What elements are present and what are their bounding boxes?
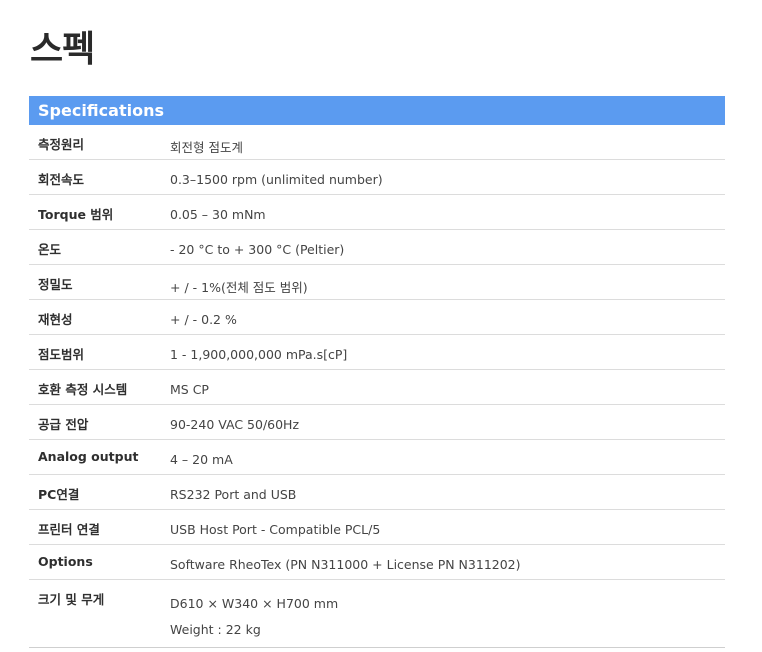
row-label: 정밀도 bbox=[38, 277, 73, 292]
table-row: 프린터 연결 USB Host Port - Compatible PCL/5 bbox=[29, 510, 725, 545]
row-value: + / - 1%(전체 점도 범위) bbox=[170, 280, 308, 295]
dimensions-value: D610 × W340 × H700 mm bbox=[170, 596, 339, 611]
row-value: RS232 Port and USB bbox=[170, 487, 297, 502]
weight-value: Weight : 22 kg bbox=[170, 622, 261, 637]
row-value: MS CP bbox=[170, 382, 209, 397]
row-value: Software RheoTex (PN N311000 + License P… bbox=[170, 557, 521, 572]
row-value: USB Host Port - Compatible PCL/5 bbox=[170, 522, 381, 537]
table-row: 점도범위 1 - 1,900,000,000 mPa.s[cP] bbox=[29, 335, 725, 370]
table-row: 호환 측정 시스템 MS CP bbox=[29, 370, 725, 405]
row-value: 90-240 VAC 50/60Hz bbox=[170, 417, 300, 432]
row-label: 온도 bbox=[38, 242, 62, 257]
row-label: 호환 측정 시스템 bbox=[38, 382, 128, 397]
row-label: 점도범위 bbox=[38, 347, 85, 362]
row-label: 공급 전압 bbox=[38, 417, 89, 432]
table-row: Analog output 4 – 20 mA bbox=[29, 440, 725, 475]
row-label: 크기 및 무게 bbox=[38, 592, 105, 607]
table-row: 재현성 + / - 0.2 % bbox=[29, 300, 725, 335]
row-label: 재현성 bbox=[38, 312, 73, 327]
row-label: Analog output bbox=[38, 449, 139, 464]
table-row: 크기 및 무게 D610 × W340 × H700 mm Weight : 2… bbox=[29, 580, 725, 648]
row-label: 측정원리 bbox=[38, 137, 85, 152]
row-label: Options bbox=[38, 554, 93, 569]
table-row: PC연결 RS232 Port and USB bbox=[29, 475, 725, 510]
row-label: PC연결 bbox=[38, 487, 80, 502]
row-value: 1 - 1,900,000,000 mPa.s[cP] bbox=[170, 347, 348, 362]
row-value: 4 – 20 mA bbox=[170, 452, 233, 467]
table-row: 온도 - 20 °C to + 300 °C (Peltier) bbox=[29, 230, 725, 265]
row-value: 0.3–1500 rpm (unlimited number) bbox=[170, 172, 383, 187]
table-row: 회전속도 0.3–1500 rpm (unlimited number) bbox=[29, 160, 725, 195]
row-value: D610 × W340 × H700 mm Weight : 22 kg bbox=[170, 580, 725, 647]
table-row: 공급 전압 90-240 VAC 50/60Hz bbox=[29, 405, 725, 440]
spec-table: Specifications 측정원리 회전형 점도계 회전속도 0.3–150… bbox=[29, 96, 725, 648]
table-row: 측정원리 회전형 점도계 bbox=[29, 125, 725, 160]
row-value: + / - 0.2 % bbox=[170, 312, 237, 327]
spec-table-header: Specifications bbox=[29, 96, 725, 125]
row-label: 회전속도 bbox=[38, 172, 85, 187]
table-row: Options Software RheoTex (PN N311000 + L… bbox=[29, 545, 725, 580]
row-value: - 20 °C to + 300 °C (Peltier) bbox=[170, 242, 345, 257]
row-label: Torque 범위 bbox=[38, 207, 114, 222]
row-value: 0.05 – 30 mNm bbox=[170, 207, 266, 222]
table-row: 정밀도 + / - 1%(전체 점도 범위) bbox=[29, 265, 725, 300]
page-title: 스펙 bbox=[30, 29, 95, 70]
row-value: 회전형 점도계 bbox=[170, 140, 243, 155]
row-label: 프린터 연결 bbox=[38, 522, 100, 537]
table-row: Torque 범위 0.05 – 30 mNm bbox=[29, 195, 725, 230]
